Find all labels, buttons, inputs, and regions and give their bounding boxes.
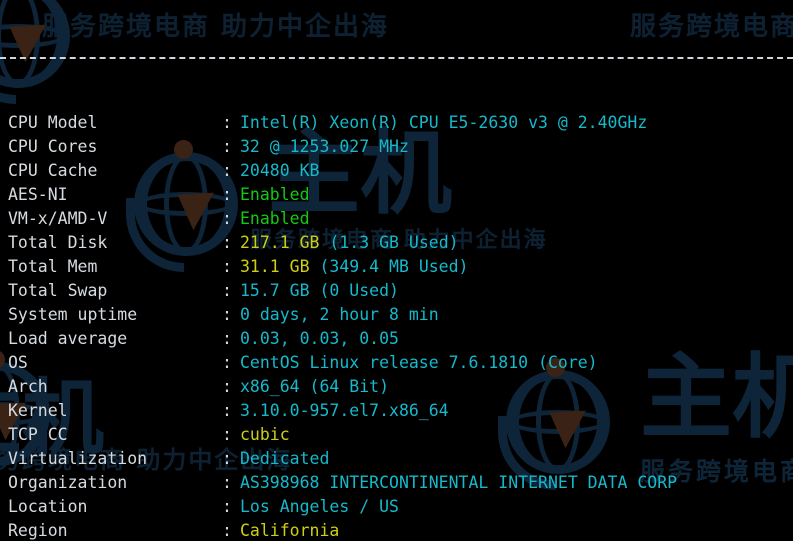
info-row-separator: : xyxy=(222,137,232,156)
info-row-label: Total Disk xyxy=(8,233,108,252)
info-row-value: (1.3 GB Used) xyxy=(319,233,459,252)
info-row-separator: : xyxy=(222,329,232,348)
info-row-value: Enabled xyxy=(240,209,310,228)
info-row-label: Region xyxy=(8,521,68,540)
info-row-value: 31.1 GB xyxy=(240,257,310,276)
info-row: Total Disk:217.1 GB (1.3 GB Used) xyxy=(0,231,793,255)
info-row-value: 0 days, 2 hour 8 min xyxy=(240,305,439,324)
info-row-value: 0.03, 0.03, 0.05 xyxy=(240,329,399,348)
info-row: Region: California xyxy=(0,519,793,541)
info-row-label: AES-NI xyxy=(8,185,68,204)
info-row: OS: CentOS Linux release 7.6.1810 (Core) xyxy=(0,351,793,375)
info-row-label: TCP CC xyxy=(8,425,68,444)
info-row: CPU Cores:32 @ 1253.027 MHz xyxy=(0,135,793,159)
info-row-label: CPU Cores xyxy=(8,137,98,156)
terminal-output: CPU Model: Intel(R) Xeon(R) CPU E5-2630 v… xyxy=(0,0,793,541)
info-row: AES-NI: Enabled xyxy=(0,183,793,207)
info-row-label: Kernel xyxy=(8,401,68,420)
info-row: Organization: AS398968 INTERCONTINENTAL I… xyxy=(0,471,793,495)
info-row: CPU Cache:20480 KB xyxy=(0,159,793,183)
info-row: CPU Model: Intel(R) Xeon(R) CPU E5-2630 v… xyxy=(0,111,793,135)
info-row-separator: : xyxy=(222,233,232,252)
info-row-separator: : xyxy=(222,449,232,468)
info-row-separator: : xyxy=(222,281,232,300)
info-row-value: 32 @ 1253.027 MHz xyxy=(240,137,409,156)
info-row-value: Enabled xyxy=(240,185,310,204)
divider-top xyxy=(0,57,793,59)
info-row: Location: Los Angeles / US xyxy=(0,495,793,519)
info-row-label: Total Mem xyxy=(8,257,98,276)
info-row-value: 3.10.0-957.el7.x86_64 xyxy=(240,401,449,420)
info-row-label: Arch xyxy=(8,377,48,396)
system-info-section: CPU Model: Intel(R) Xeon(R) CPU E5-2630 v… xyxy=(0,111,793,541)
info-row-value: California xyxy=(240,521,340,540)
info-row-separator: : xyxy=(222,473,232,492)
info-row-value: Intel(R) Xeon(R) CPU E5-2630 v3 @ 2.40GH… xyxy=(240,113,648,132)
info-row-value: cubic xyxy=(240,425,290,444)
info-row-value: Dedicated xyxy=(240,449,330,468)
info-row-separator: : xyxy=(222,113,232,132)
info-row-label: CPU Cache xyxy=(8,161,98,180)
info-row-value: AS398968 INTERCONTINENTAL INTERNET DATA … xyxy=(240,473,678,492)
info-row-separator: : xyxy=(222,161,232,180)
terminal-window: 服务跨境电商 助力中企出海 服务跨境电商 服务跨境电商 助力中企出海 服务跨境电… xyxy=(0,0,793,541)
info-row-separator: : xyxy=(222,377,232,396)
info-row-label: VM-x/AMD-V xyxy=(8,209,108,228)
info-row: Arch: x86_64 (64 Bit) xyxy=(0,375,793,399)
info-row-separator: : xyxy=(222,209,232,228)
info-row: Kernel:3.10.0-957.el7.x86_64 xyxy=(0,399,793,423)
info-row-value: CentOS Linux release 7.6.1810 (Core) xyxy=(240,353,598,372)
info-row-label: Virtualization xyxy=(8,449,148,468)
info-row: TCP CC: cubic xyxy=(0,423,793,447)
info-row: VM-x/AMD-V: Enabled xyxy=(0,207,793,231)
info-row: Load average:0.03, 0.03, 0.05 xyxy=(0,327,793,351)
info-row-separator: : xyxy=(222,521,232,540)
info-row-label: OS xyxy=(8,353,28,372)
info-row-value: 15.7 GB (0 Used) xyxy=(240,281,399,300)
info-row-label: System uptime xyxy=(8,305,138,324)
info-row-label: CPU Model xyxy=(8,113,98,132)
info-row-separator: : xyxy=(222,305,232,324)
info-row-separator: : xyxy=(222,401,232,420)
info-row-value: x86_64 (64 Bit) xyxy=(240,377,390,396)
info-row-label: Load average xyxy=(8,329,128,348)
info-row: System uptime:0 days, 2 hour 8 min xyxy=(0,303,793,327)
info-row: Total Swap:15.7 GB (0 Used) xyxy=(0,279,793,303)
info-row-value: 20480 KB xyxy=(240,161,320,180)
info-row-value: Los Angeles / US xyxy=(240,497,399,516)
info-row-separator: : xyxy=(222,185,232,204)
info-row-separator: : xyxy=(222,425,232,444)
info-row-label: Organization xyxy=(8,473,128,492)
info-row: Total Mem:31.1 GB (349.4 MB Used) xyxy=(0,255,793,279)
info-row-separator: : xyxy=(222,257,232,276)
info-row-label: Location xyxy=(8,497,88,516)
info-row: Virtualization: Dedicated xyxy=(0,447,793,471)
info-row-separator: : xyxy=(222,497,232,516)
info-row-label: Total Swap xyxy=(8,281,108,300)
info-row-value: 217.1 GB xyxy=(240,233,320,252)
info-row-separator: : xyxy=(222,353,232,372)
info-row-value: (349.4 MB Used) xyxy=(309,257,469,276)
